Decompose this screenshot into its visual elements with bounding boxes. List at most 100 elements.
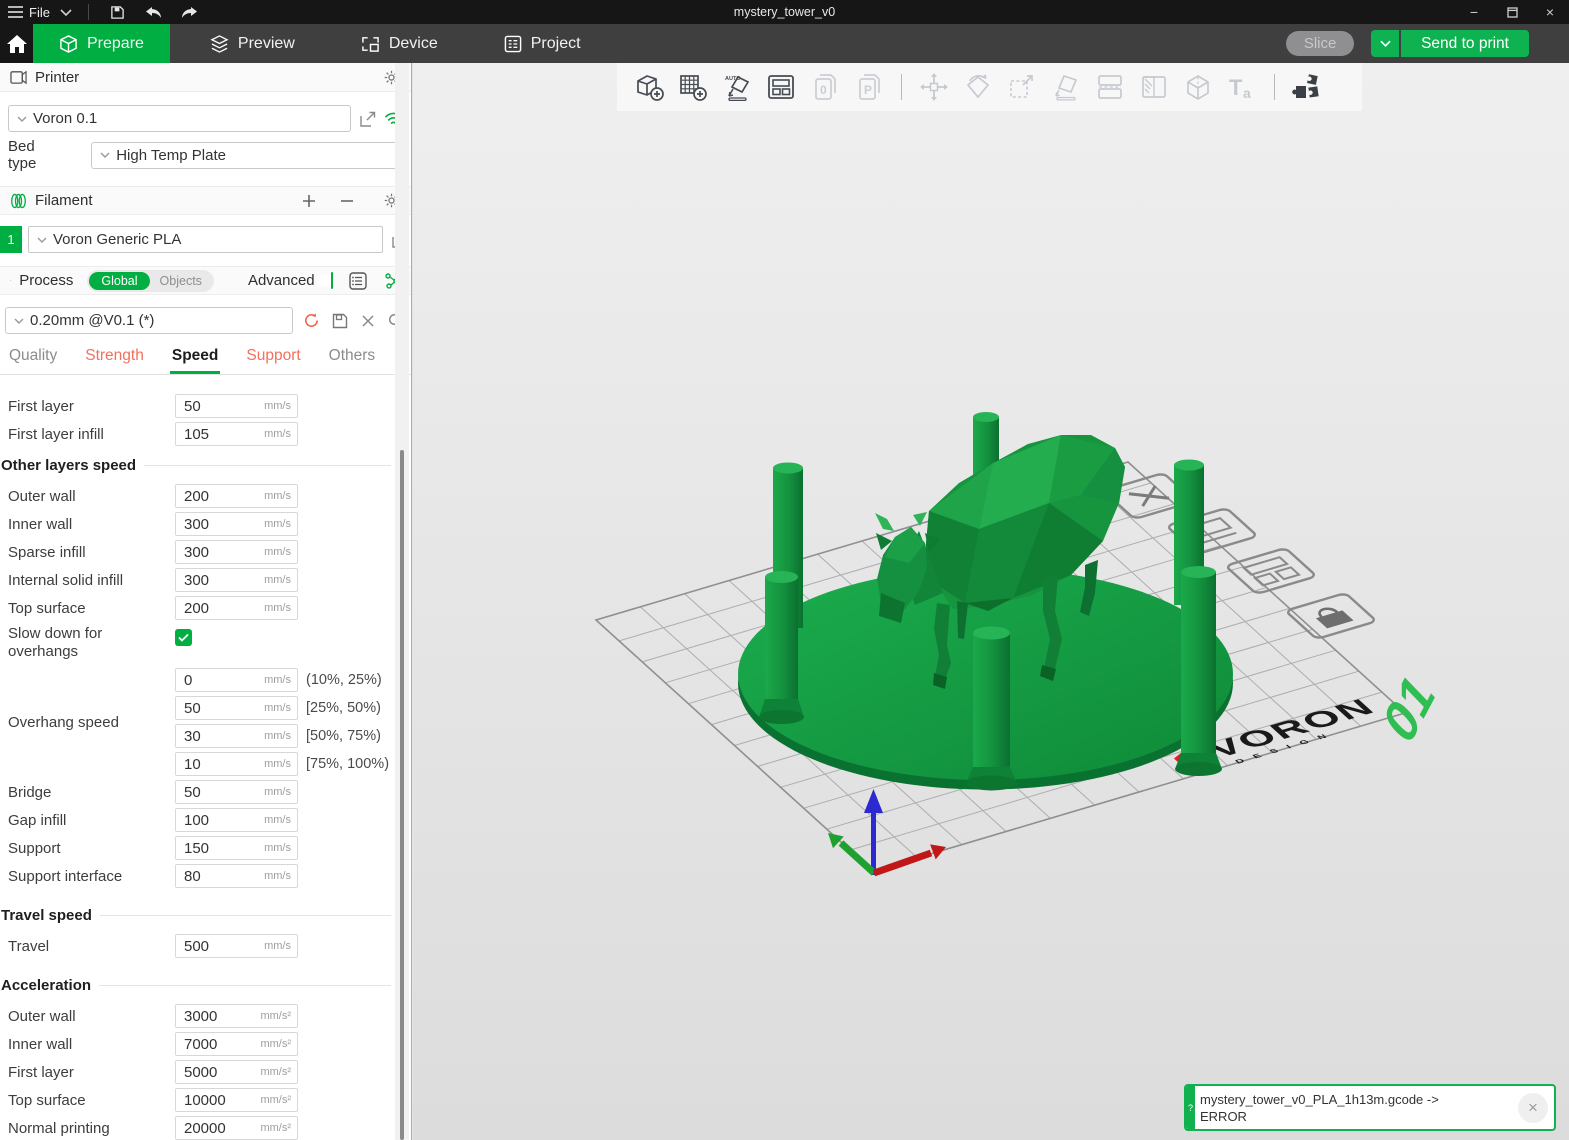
setting-label: Slow down for overhangs <box>8 625 175 661</box>
add-model-icon[interactable] <box>632 70 666 104</box>
redo-button[interactable] <box>177 1 203 23</box>
move-icon[interactable] <box>917 70 951 104</box>
p-doc-icon[interactable]: P <box>852 70 886 104</box>
scale-icon[interactable] <box>1005 70 1039 104</box>
setting-input[interactable]: 300 mm/s <box>175 568 298 592</box>
tab-device[interactable]: Device <box>335 24 464 63</box>
split-to-objects-icon[interactable] <box>1093 70 1127 104</box>
setting-input[interactable]: 50 mm/s <box>175 696 298 720</box>
arrange-icon[interactable] <box>764 70 798 104</box>
notification-close-icon[interactable]: × <box>1518 1093 1548 1123</box>
setting-input[interactable]: 300 mm/s <box>175 512 298 536</box>
split-to-parts-icon[interactable] <box>1137 70 1171 104</box>
add-filament-icon[interactable] <box>299 191 319 211</box>
undo-button[interactable] <box>141 1 167 23</box>
panel-scrollbar[interactable] <box>395 63 409 1140</box>
maximize-button[interactable] <box>1493 0 1531 24</box>
send-to-print-button[interactable]: Send to print <box>1401 30 1529 57</box>
advanced-toggle[interactable] <box>331 272 333 289</box>
remove-filament-icon[interactable] <box>337 191 357 211</box>
process-tab-speed[interactable]: Speed <box>172 347 219 374</box>
setting-label: Outer wall <box>8 1008 175 1025</box>
setting-value: 500 <box>184 938 264 955</box>
setting-input[interactable]: 200 mm/s <box>175 484 298 508</box>
setting-input[interactable]: 200 mm/s <box>175 596 298 620</box>
setting-value: 5000 <box>184 1064 260 1081</box>
process-preset-select[interactable]: 0.20mm @V0.1 (*) <box>5 307 293 334</box>
panel-scrollbar-thumb[interactable] <box>400 450 404 1140</box>
setting-row: Top surface 10000 mm/s² <box>0 1086 395 1114</box>
zero-doc-icon[interactable]: 0 <box>808 70 842 104</box>
auto-orient-icon[interactable]: AUTO <box>720 70 754 104</box>
chevron-down-icon[interactable] <box>60 9 72 16</box>
setting-input[interactable]: 30 mm/s <box>175 724 298 748</box>
setting-input[interactable]: 7000 mm/s² <box>175 1032 298 1056</box>
overhang-range-label: [25%, 50%) <box>306 700 381 716</box>
add-plate-icon[interactable] <box>676 70 710 104</box>
setting-label: Top surface <box>8 1092 175 1109</box>
lay-on-face-icon[interactable] <box>1049 70 1083 104</box>
printer-select[interactable]: Voron 0.1 <box>8 105 351 132</box>
setting-row: First layer infill 105 mm/s <box>0 420 395 448</box>
assembly-view-icon[interactable] <box>1290 70 1324 104</box>
setting-unit: mm/s <box>264 940 291 952</box>
setting-input[interactable]: 10000 mm/s² <box>175 1088 298 1112</box>
setting-input[interactable]: 105 mm/s <box>175 422 298 446</box>
bed-type-value: High Temp Plate <box>116 147 226 164</box>
process-tab-support[interactable]: Support <box>246 347 300 374</box>
clear-preset-icon[interactable] <box>359 311 378 331</box>
slow-down-checkbox[interactable] <box>175 629 192 646</box>
process-tab-strength[interactable]: Strength <box>85 347 144 374</box>
tower-pillar[interactable] <box>966 627 1017 791</box>
text-tool-icon[interactable]: T a <box>1225 70 1259 104</box>
arrange-plate-icon[interactable] <box>1225 548 1316 594</box>
section-title: Travel speed <box>0 907 92 924</box>
tab-preview[interactable]: Preview <box>184 24 321 63</box>
setting-label: Inner wall <box>8 516 175 533</box>
setting-input[interactable]: 500 mm/s <box>175 934 298 958</box>
setting-input[interactable]: 5000 mm/s² <box>175 1060 298 1084</box>
filament-select[interactable]: Voron Generic PLA <box>28 226 383 253</box>
close-button[interactable]: × <box>1531 0 1569 24</box>
process-tab-others[interactable]: Others <box>329 347 376 374</box>
tower-pillar[interactable] <box>1175 566 1222 776</box>
home-button[interactable] <box>0 24 33 63</box>
setting-input[interactable]: 3000 mm/s² <box>175 1004 298 1028</box>
setting-input[interactable]: 300 mm/s <box>175 540 298 564</box>
titlebar-divider <box>88 4 89 20</box>
parameter-list-icon[interactable] <box>349 271 367 291</box>
setting-input[interactable]: 150 mm/s <box>175 836 298 860</box>
tower-pillar[interactable] <box>759 571 804 724</box>
process-tab-quality[interactable]: Quality <box>9 347 57 374</box>
scope-global-button[interactable]: Global <box>89 272 149 290</box>
build-plate-scene: VORON D E S I G N 01 <box>413 63 1569 1140</box>
mesh-boolean-icon[interactable] <box>1181 70 1215 104</box>
slice-button[interactable]: Slice <box>1286 31 1354 56</box>
rotate-icon[interactable] <box>961 70 995 104</box>
send-options-button[interactable] <box>1371 30 1399 57</box>
setting-input[interactable]: 50 mm/s <box>175 780 298 804</box>
tab-prepare[interactable]: Prepare <box>33 24 170 63</box>
save-button[interactable] <box>105 1 131 23</box>
filament-slot-badge[interactable]: 1 <box>0 226 22 253</box>
tab-project[interactable]: Project <box>478 24 607 63</box>
viewport-3d[interactable]: VORON D E S I G N 01 <box>413 63 1569 1140</box>
file-menu[interactable]: File <box>8 5 50 20</box>
reset-preset-icon[interactable] <box>302 311 321 331</box>
setting-unit: mm/s² <box>260 1038 291 1050</box>
setting-input[interactable]: 100 mm/s <box>175 808 298 832</box>
setting-input[interactable]: 10 mm/s <box>175 752 298 776</box>
minimize-button[interactable]: − <box>1455 0 1493 24</box>
setting-label: Normal printing <box>8 1120 175 1137</box>
save-preset-icon[interactable] <box>330 311 349 331</box>
bed-type-select[interactable]: High Temp Plate <box>91 142 403 169</box>
setting-input[interactable]: 0 mm/s <box>175 668 298 692</box>
setting-label: Internal solid infill <box>8 572 175 589</box>
setting-input[interactable]: 50 mm/s <box>175 394 298 418</box>
edit-printer-icon[interactable] <box>358 109 378 129</box>
setting-input[interactable]: 20000 mm/s² <box>175 1116 298 1140</box>
setting-value: 200 <box>184 488 264 505</box>
setting-input[interactable]: 80 mm/s <box>175 864 298 888</box>
setting-unit: mm/s <box>264 400 291 412</box>
scope-objects-button[interactable]: Objects <box>150 274 212 288</box>
